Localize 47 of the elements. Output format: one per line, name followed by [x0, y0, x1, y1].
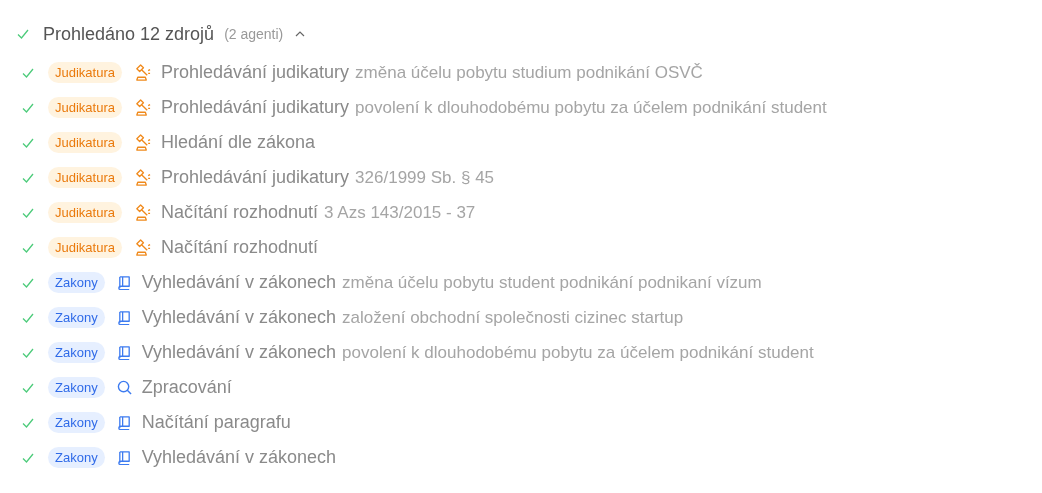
- book-icon: [116, 310, 132, 325]
- step-action: Vyhledávání v zákonech: [141, 447, 337, 468]
- caret-icon[interactable]: [295, 31, 306, 37]
- gavel-icon: [134, 99, 151, 116]
- gavel-icon: [134, 134, 151, 151]
- category-tag: Judikatura: [48, 237, 122, 258]
- step-action: Načítání rozhodnutí: [161, 237, 319, 258]
- step-action: Prohledávání judikatury: [161, 62, 350, 83]
- step-query: 326/1999 Sb. § 45: [355, 167, 495, 188]
- step-query: změna účelu pobytu student podnikání podnikaní vízum: [342, 272, 762, 293]
- category-tag: Zakony: [48, 342, 105, 363]
- gavel-icon: [134, 169, 151, 186]
- step-action: Prohledávání judikatury: [161, 97, 350, 118]
- category-tag: Judikatura: [48, 62, 122, 83]
- category-tag: Zakony: [48, 412, 105, 433]
- step-action: Načítání paragrafu: [141, 412, 291, 433]
- agents-count: (2 agenti): [224, 26, 284, 42]
- category-tag: Zakony: [48, 377, 105, 398]
- check-icon: [17, 29, 29, 39]
- category-tag: Judikatura: [48, 167, 122, 188]
- step-action: Prohledávání judikatury: [161, 167, 350, 188]
- step-action: Zpracování: [141, 377, 232, 398]
- category-tag: Zakony: [48, 447, 105, 468]
- step-action: Hledání dle zákona: [161, 132, 316, 153]
- sources-title: Prohledáno 12 zdrojů: [43, 23, 215, 45]
- step-query: povolení k dlouhodobému pobytu za účelem podnikání student: [342, 342, 814, 363]
- category-tag: Zakony: [48, 307, 105, 328]
- category-tag: Judikatura: [48, 132, 122, 153]
- step-action: Vyhledávání v zákonech: [141, 307, 337, 328]
- search-icon: [116, 380, 132, 395]
- gavel-icon: [134, 64, 151, 81]
- step-query: povolení k dlouhodobému pobytu za účelem podnikání student: [355, 97, 827, 118]
- category-tag: Judikatura: [48, 97, 122, 118]
- step-query: 3 Azs 143/2015 - 37: [324, 202, 476, 223]
- step-action: Vyhledávání v zákonech: [141, 272, 337, 293]
- gavel-icon: [134, 239, 151, 256]
- step-action: Načítání rozhodnutí: [161, 202, 319, 223]
- book-icon: [116, 415, 132, 430]
- step-action: Vyhledávání v zákonech: [141, 342, 337, 363]
- step-query: založení obchodní společnosti cizinec startup: [342, 307, 684, 328]
- book-icon: [116, 450, 132, 465]
- category-tag: Judikatura: [48, 202, 122, 223]
- category-tag: Zakony: [48, 272, 105, 293]
- gavel-icon: [134, 204, 151, 221]
- book-icon: [116, 345, 132, 360]
- book-icon: [116, 275, 132, 290]
- step-query: změna účelu pobytu studium podnikání OSVČ: [355, 62, 703, 83]
